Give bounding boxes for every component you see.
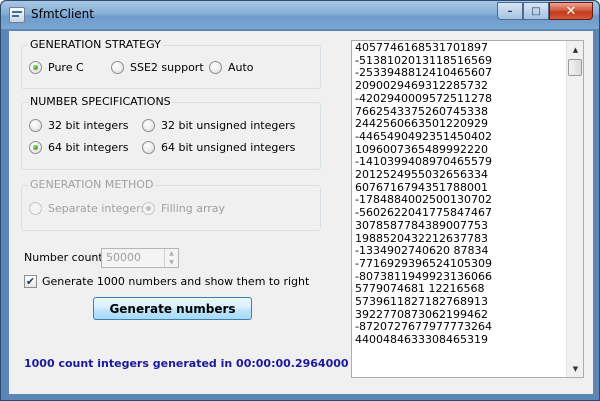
status-message: 1000 count integers generated in 00:00:0… <box>24 357 349 370</box>
radio-pure-c[interactable]: Pure C <box>29 61 84 74</box>
radio-32bit-unsigned-integers[interactable]: 32 bit unsigned integers <box>142 119 295 132</box>
stepper-buttons: ▲ ▼ <box>164 249 178 267</box>
stepper-down-icon[interactable]: ▼ <box>165 258 178 267</box>
check-icon: ✔ <box>24 275 37 288</box>
show-numbers-checkbox[interactable]: ✔ Generate 1000 numbers and show them to… <box>24 275 309 288</box>
radio-label: SSE2 support <box>130 61 204 74</box>
show-numbers-label: Generate 1000 numbers and show them to r… <box>42 275 310 288</box>
number-count-label: Number count : <box>24 251 110 264</box>
radio-64bit-unsigned-integers[interactable]: 64 bit unsigned integers <box>142 141 295 154</box>
maximize-icon: □ <box>531 5 541 17</box>
scroll-thumb[interactable] <box>568 59 582 76</box>
radio-icon <box>142 202 155 215</box>
stepper-up-icon[interactable]: ▲ <box>165 249 178 258</box>
caption-buttons: – □ ✕ <box>497 2 593 20</box>
client-area: GENERATION STRATEGY Pure C SSE2 support … <box>9 31 593 394</box>
output-line: 2090029469312285732 <box>355 79 488 93</box>
radio-icon <box>142 119 155 132</box>
close-icon: ✕ <box>565 3 577 19</box>
app-icon <box>9 7 25 23</box>
close-button[interactable]: ✕ <box>549 2 593 20</box>
radio-label: 64 bit integers <box>48 141 129 154</box>
generation-strategy-group: GENERATION STRATEGY Pure C SSE2 support … <box>21 38 321 89</box>
output-line: -4465490492351450402 <box>355 129 492 143</box>
output-line: 4400484633308465319 <box>355 333 488 347</box>
generation-strategy-title: GENERATION STRATEGY <box>28 38 163 51</box>
radio-label: Separate integers <box>48 202 147 215</box>
number-specifications-group: NUMBER SPECIFICATIONS 32 bit integers 32… <box>21 95 321 170</box>
output-lines: 4057746168531701897 -5138102013118516569-… <box>355 41 565 347</box>
output-line: 4057746168531701897 <box>355 41 488 54</box>
vertical-scrollbar[interactable]: ▲ ▼ <box>566 41 583 377</box>
title-bar[interactable]: SfmtClient – □ ✕ <box>1 1 599 29</box>
radio-auto[interactable]: Auto <box>209 61 254 74</box>
generate-numbers-label: Generate numbers <box>109 301 236 316</box>
radio-icon <box>29 202 42 215</box>
output-line: -7716929396524105309 <box>355 256 492 270</box>
scroll-down-icon[interactable]: ▼ <box>567 360 584 377</box>
scroll-up-icon[interactable]: ▲ <box>567 41 584 58</box>
output-line: 3078587784389007753 <box>355 218 488 232</box>
minimize-button[interactable]: – <box>497 2 523 20</box>
minimize-icon: – <box>507 5 513 17</box>
radio-icon <box>209 61 222 74</box>
radio-separate-integers[interactable]: Separate integers <box>29 202 146 215</box>
radio-label: 32 bit unsigned integers <box>161 119 296 132</box>
generation-method-title: GENERATION METHOD <box>28 178 156 191</box>
radio-label: 32 bit integers <box>48 119 129 132</box>
radio-icon <box>29 119 42 132</box>
radio-label: 64 bit unsigned integers <box>161 141 296 154</box>
output-textbox[interactable]: 4057746168531701897 -5138102013118516569-… <box>351 40 584 378</box>
radio-sse2-support[interactable]: SSE2 support <box>111 61 204 74</box>
radio-label: Auto <box>228 61 254 74</box>
radio-32bit-integers[interactable]: 32 bit integers <box>29 119 128 132</box>
radio-filling-array[interactable]: Filling array <box>142 202 225 215</box>
output-line: -5602622041775847467 <box>355 206 492 220</box>
radio-icon <box>111 61 124 74</box>
radio-label: Filling array <box>161 202 226 215</box>
generate-numbers-button[interactable]: Generate numbers <box>93 297 252 320</box>
number-specifications-title: NUMBER SPECIFICATIONS <box>28 95 173 108</box>
generation-method-group: GENERATION METHOD Separate integers Fill… <box>21 178 321 231</box>
radio-icon <box>142 141 155 154</box>
output-line: 5739611827182768913 <box>355 295 488 309</box>
window-title: SfmtClient <box>31 7 94 21</box>
number-count-stepper[interactable]: 50000 ▲ ▼ <box>101 248 179 268</box>
number-count-value: 50000 <box>106 251 141 264</box>
radio-icon <box>29 141 42 154</box>
radio-label: Pure C <box>48 61 84 74</box>
output-line: 2012524955032656334 <box>355 168 488 182</box>
app-window: SfmtClient – □ ✕ GENERATION STRATEGY Pur… <box>0 0 600 401</box>
radio-icon <box>29 61 42 74</box>
output-line: -4202940009572511278 <box>355 91 492 105</box>
maximize-button[interactable]: □ <box>523 2 549 20</box>
radio-64bit-integers[interactable]: 64 bit integers <box>29 141 128 154</box>
